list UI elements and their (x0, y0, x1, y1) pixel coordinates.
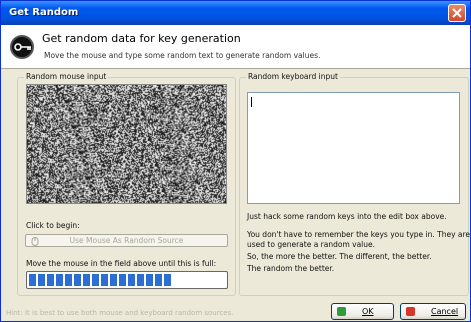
info-line-2: You don't have to remember the keys you … (247, 230, 471, 239)
ok-button[interactable]: OK (331, 303, 394, 320)
keyboard-group-label: Random keyboard input (246, 72, 340, 81)
use-mouse-button[interactable]: Use Mouse As Random Source (25, 234, 228, 247)
progress-block (146, 274, 153, 286)
click-to-begin-label: Click to begin: (26, 221, 80, 230)
cancel-button-label: Cancel (431, 307, 459, 316)
progress-block (101, 274, 108, 286)
check-icon (337, 307, 346, 316)
x-icon (406, 307, 415, 316)
header-subtitle: Move the mouse and type some random text… (44, 51, 321, 60)
close-button[interactable] (448, 4, 466, 22)
progress-block (47, 274, 54, 286)
progress-block (92, 274, 99, 286)
mouse-noise-field[interactable] (26, 84, 227, 204)
info-line-5: The random the better. (247, 264, 335, 273)
key-icon (10, 35, 34, 59)
ok-button-label: OK (362, 307, 374, 316)
hint-text: Hint: It is best to use both mouse and k… (6, 309, 234, 317)
random-keys-input[interactable] (247, 92, 460, 204)
progress-block (128, 274, 135, 286)
title-bar[interactable]: Get Random (1, 1, 470, 25)
get-random-dialog: Get Random Get random data for key gener… (0, 0, 471, 322)
progress-block (65, 274, 72, 286)
progress-block (119, 274, 126, 286)
progress-block (38, 274, 45, 286)
info-line-4: So, the more the better. The different, … (247, 252, 432, 261)
text-caret (251, 97, 252, 107)
progress-block (74, 274, 81, 286)
progress-label: Move the mouse in the field above until … (26, 259, 217, 268)
use-mouse-button-label: Use Mouse As Random Source (69, 236, 184, 245)
progress-block (56, 274, 63, 286)
info-line-3: used to generate a random value. (247, 240, 376, 249)
info-line-1: Just hack some random keys into the edit… (247, 212, 447, 221)
random-progress-bar (26, 271, 228, 289)
progress-block (83, 274, 90, 286)
progress-block (110, 274, 117, 286)
header-title: Get random data for key generation (42, 32, 241, 45)
dialog-header: Get random data for key generation Move … (1, 25, 470, 69)
progress-block (137, 274, 144, 286)
progress-block (155, 274, 162, 286)
progress-block (164, 274, 171, 286)
progress-block (29, 274, 36, 286)
close-icon (452, 8, 462, 18)
cancel-button[interactable]: Cancel (400, 303, 466, 320)
mouse-group-label: Random mouse input (24, 72, 109, 81)
window-title: Get Random (9, 7, 79, 18)
